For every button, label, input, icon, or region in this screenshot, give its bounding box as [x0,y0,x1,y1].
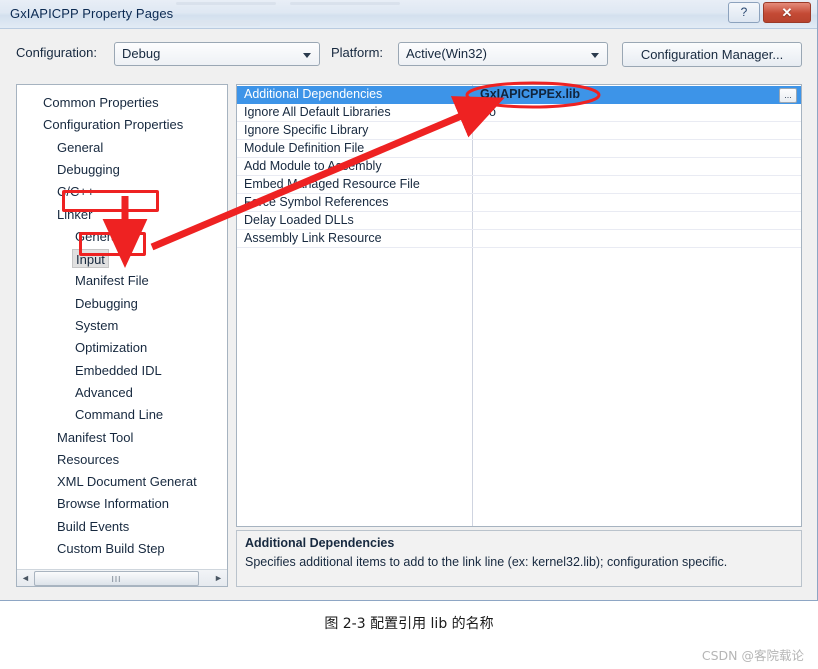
tree-item-custom-build-step[interactable]: Custom Build Step [57,539,165,558]
titlebar: GxIAPICPP Property Pages ? ✕ [0,0,817,29]
tree-item-debugging[interactable]: Debugging [75,294,138,313]
property-name: Ignore All Default Libraries [244,105,391,119]
tree-item-browse-information[interactable]: Browse Information [57,494,169,513]
window-title: GxIAPICPP Property Pages [10,6,174,21]
properties-tree[interactable]: Common Properties Configuration Propertie… [16,84,228,587]
description-title: Additional Dependencies [245,536,395,550]
description-panel: Additional Dependencies Specifies additi… [236,530,802,587]
tree-item-linker[interactable]: Linker [57,205,92,224]
tree-item-c-c[interactable]: C/C++ [57,182,95,201]
screenshot-root: GxIAPICPP Property Pages ? ✕ Configurati… [0,0,818,669]
property-name: Force Symbol References [244,195,389,209]
tree-item-resources[interactable]: Resources [57,450,119,469]
chevron-down-icon [303,53,311,58]
table-row[interactable]: Ignore Specific Library [237,122,801,140]
scrollbar-grip: III [111,575,122,584]
tree-item-optimization[interactable]: Optimization [75,338,147,357]
figure-caption: 图 2-3 配置引用 lib 的名称 [324,616,494,632]
property-pages-dialog: GxIAPICPP Property Pages ? ✕ Configurati… [0,0,818,601]
tree-item-configuration-properties[interactable]: Configuration Properties [43,115,183,134]
property-name: Module Definition File [244,141,365,155]
tree-item-xml-document-generat[interactable]: XML Document Generat [57,472,197,491]
titlebar-artifact [176,2,276,5]
platform-select[interactable]: Active(Win32) [398,42,608,66]
tree-item-general[interactable]: General [57,138,103,157]
configuration-label: Configuration: [16,45,97,60]
tree-item-general[interactable]: General [75,227,121,246]
property-value[interactable]: GxIAPICPPEx.lib [480,87,580,101]
close-button[interactable]: ✕ [763,2,811,23]
table-row[interactable]: Module Definition File [237,140,801,158]
tree-item-common-properties[interactable]: Common Properties [43,93,159,112]
table-row[interactable]: Additional Dependencies GxIAPICPPEx.lib..… [237,86,801,104]
property-name: Delay Loaded DLLs [244,213,354,227]
tree-item-system[interactable]: System [75,316,118,335]
scroll-right-icon[interactable]: ► [211,571,226,586]
property-name: Add Module to Assembly [244,159,382,173]
table-row[interactable]: Ignore All Default Libraries No [237,104,801,122]
property-name: Assembly Link Resource [244,231,382,245]
browse-ellipsis-button[interactable]: ... [779,88,797,103]
table-row[interactable]: Add Module to Assembly [237,158,801,176]
table-row[interactable]: Assembly Link Resource [237,230,801,248]
help-button[interactable]: ? [728,2,760,23]
property-name: Additional Dependencies [244,87,383,101]
tree-item-command-line[interactable]: Command Line [75,405,163,424]
configuration-select[interactable]: Debug [114,42,320,66]
configuration-manager-button[interactable]: Configuration Manager... [622,42,802,67]
description-body: Specifies additional items to add to the… [245,555,728,569]
tree-item-advanced[interactable]: Advanced [75,383,133,402]
tree-horizontal-scrollbar[interactable]: ◄ III ► [17,569,227,586]
titlebar-artifact [290,2,400,5]
table-row[interactable]: Force Symbol References [237,194,801,212]
scrollbar-thumb[interactable]: III [34,571,199,586]
configuration-value: Debug [122,46,161,61]
config-toolbar: Configuration: Debug Platform: Active(Wi… [0,29,817,75]
chevron-down-icon [591,53,599,58]
tree-item-input[interactable]: Input [72,249,109,269]
tree-item-manifest-file[interactable]: Manifest File [75,271,149,290]
tree-item-build-events[interactable]: Build Events [57,517,129,536]
scroll-left-icon[interactable]: ◄ [18,571,33,586]
property-name: Ignore Specific Library [244,123,369,137]
property-grid[interactable]: Additional Dependencies GxIAPICPPEx.lib..… [236,84,802,527]
tree-item-manifest-tool[interactable]: Manifest Tool [57,428,133,447]
tree-item-debugging[interactable]: Debugging [57,160,120,179]
watermark: CSDN @客院载论 [701,648,804,663]
platform-label: Platform: [331,45,384,60]
platform-value: Active(Win32) [406,46,487,61]
table-row[interactable]: Delay Loaded DLLs [237,212,801,230]
property-value[interactable]: No [480,105,496,119]
table-row[interactable]: Embed Managed Resource File [237,176,801,194]
property-name: Embed Managed Resource File [244,177,420,191]
tree-item-embedded-idl[interactable]: Embedded IDL [75,361,162,380]
